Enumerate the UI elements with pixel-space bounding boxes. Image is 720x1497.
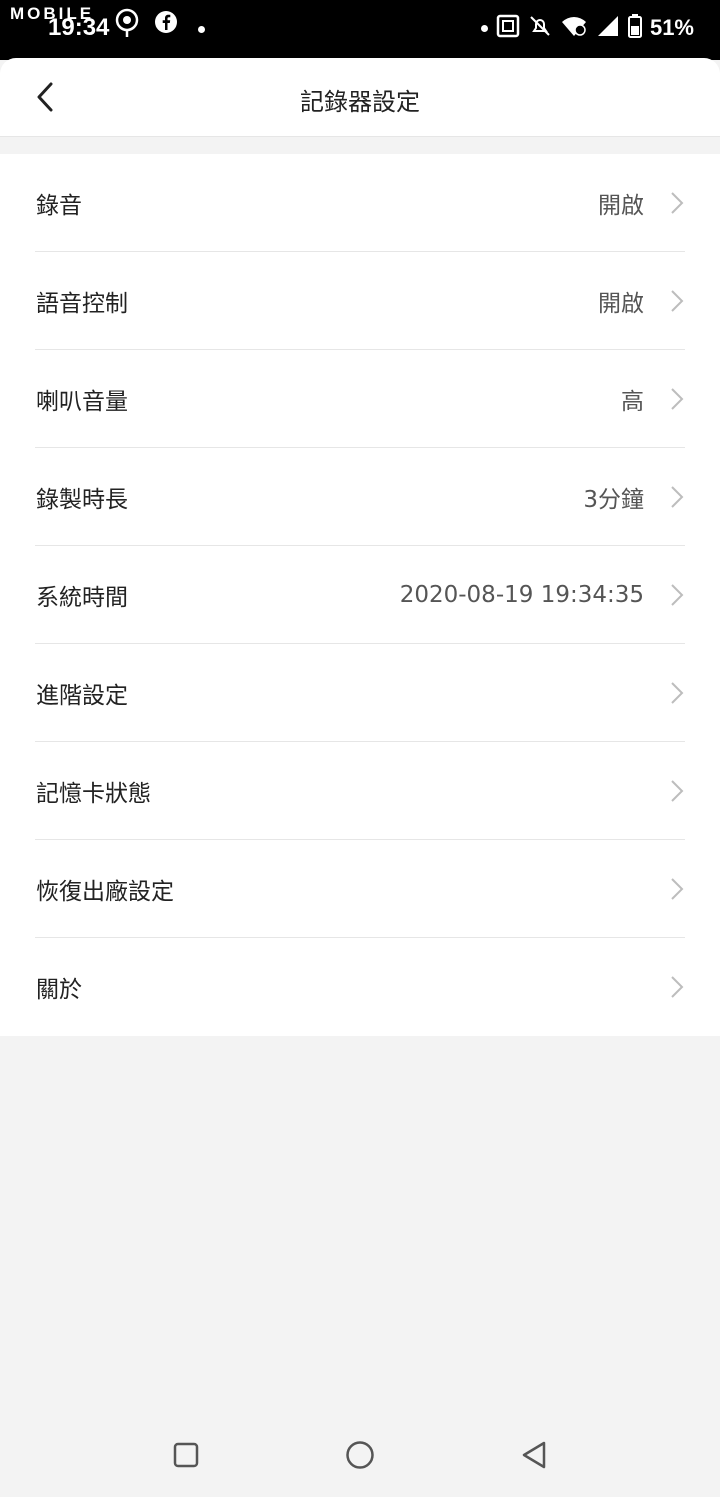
notification-dot-icon [198, 25, 205, 33]
setting-row-speaker-volume[interactable]: 喇叭音量 高 [0, 350, 720, 448]
setting-row-system-time[interactable]: 系統時間 2020-08-19 19:34:35 [0, 546, 720, 644]
chevron-right-icon [671, 388, 684, 410]
status-time: 19:34 [48, 14, 110, 41]
setting-label: 進階設定 [36, 683, 128, 709]
setting-label: 恢復出廠設定 [36, 879, 174, 905]
chevron-right-icon [671, 584, 684, 606]
status-bar: MOBILE 19:34 51% [0, 0, 720, 60]
status-left-icons [114, 6, 205, 42]
recent-apps-button[interactable] [171, 1440, 201, 1470]
chevron-right-icon [671, 780, 684, 802]
notification-dot-icon [480, 24, 488, 32]
setting-value: 3分鐘 [583, 487, 644, 513]
setting-row-record-duration[interactable]: 錄製時長 3分鐘 [0, 448, 720, 546]
system-nav-bar [0, 1410, 720, 1497]
setting-value: 開啟 [598, 291, 644, 317]
setting-row-sd-card-status[interactable]: 記憶卡狀態 [0, 742, 720, 840]
signal-icon [596, 14, 620, 42]
screen-record-icon [496, 14, 520, 42]
chevron-right-icon [671, 486, 684, 508]
chevron-right-icon [671, 682, 684, 704]
chevron-right-icon [671, 878, 684, 900]
setting-row-advanced[interactable]: 進階設定 [0, 644, 720, 742]
setting-label: 系統時間 [36, 585, 128, 611]
status-right-icons: 51% [480, 14, 694, 42]
facebook-icon [154, 10, 178, 38]
setting-label: 語音控制 [36, 291, 128, 317]
setting-row-voice-control[interactable]: 語音控制 開啟 [0, 252, 720, 350]
setting-value: 開啟 [598, 193, 644, 219]
setting-row-about[interactable]: 關於 [0, 938, 720, 1036]
setting-label: 錄音 [36, 193, 82, 219]
page-title: 記錄器設定 [300, 88, 420, 116]
triangle-left-icon [522, 1441, 546, 1469]
settings-list: 錄音 開啟 語音控制 開啟 喇叭音量 高 錄製時長 3分鐘 系統時間 2020-… [0, 154, 720, 1036]
setting-label: 喇叭音量 [36, 389, 128, 415]
setting-value: 高 [621, 389, 644, 415]
setting-label: 關於 [36, 977, 82, 1003]
top-app-bar: 記錄器設定 [0, 58, 720, 137]
setting-label: 錄製時長 [36, 487, 128, 513]
mute-bell-icon [528, 14, 552, 42]
chevron-right-icon [671, 192, 684, 214]
chevron-right-icon [671, 976, 684, 998]
nav-back-button[interactable] [519, 1440, 549, 1470]
setting-label: 記憶卡狀態 [36, 781, 151, 807]
circle-icon [346, 1441, 374, 1469]
square-icon [173, 1442, 199, 1468]
setting-row-factory-reset[interactable]: 恢復出廠設定 [0, 840, 720, 938]
setting-row-recording[interactable]: 錄音 開啟 [0, 154, 720, 252]
home-button[interactable] [345, 1440, 375, 1470]
chevron-right-icon [671, 290, 684, 312]
battery-percent: 51% [649, 15, 694, 40]
battery-icon [627, 14, 642, 42]
shield-icon [114, 6, 142, 42]
wifi-icon [560, 14, 588, 42]
setting-value: 2020-08-19 19:34:35 [399, 582, 644, 608]
